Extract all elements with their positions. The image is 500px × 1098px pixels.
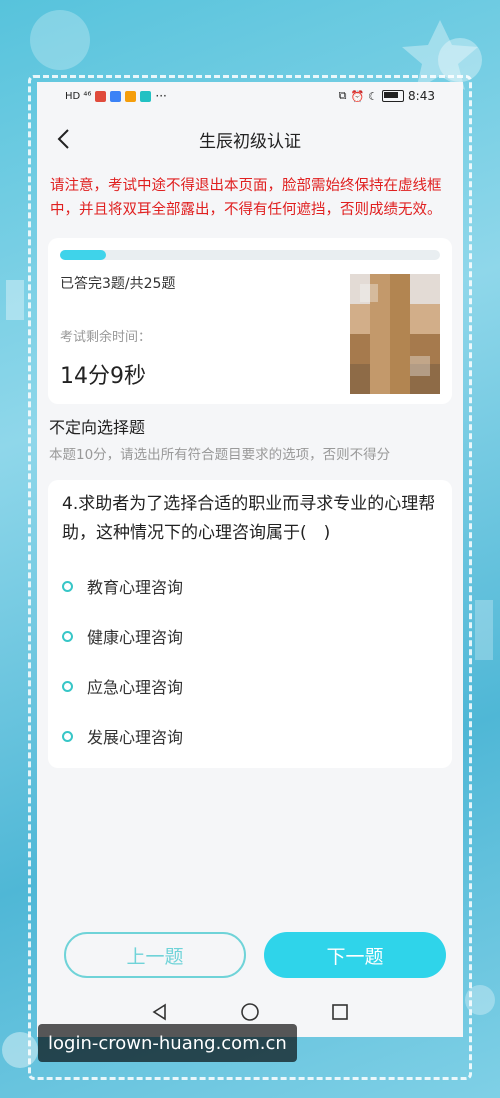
option-label: 健康心理咨询: [87, 628, 184, 647]
radio-icon: [62, 730, 73, 742]
progress-fill: [60, 250, 106, 260]
phone-screen: HD ⁴⁶ ··· ⧉ ⏰ ☾ 8:43 生辰初级认证 请注意，考试中途不得退出…: [37, 82, 463, 1037]
exam-warning: 请注意，考试中途不得退出本页面，脸部需始终保持在虚线框中，并且将双耳全部露出，不…: [50, 178, 442, 218]
app-icon: [125, 90, 137, 102]
option-c[interactable]: 应急心理咨询: [62, 674, 438, 698]
question-text: 4.求助者为了选择合适的职业而寻求专业的心理帮助，这种情况下的心理咨询属于( ): [62, 494, 436, 543]
question-type-description: 本题10分，请选出所有符合题目要求的选项，否则不得分: [49, 447, 391, 463]
camera-preview-blurred: [350, 274, 440, 394]
previous-question-button[interactable]: 上一题: [64, 932, 246, 978]
remaining-time-label: 考试剩余时间：: [60, 330, 152, 345]
signal-indicator: HD ⁴⁶: [65, 90, 92, 102]
radio-icon: [62, 580, 73, 592]
moon-icon: ☾: [368, 89, 379, 103]
more-notifications-icon: ···: [155, 89, 167, 103]
option-label: 应急心理咨询: [87, 678, 184, 697]
progress-card: 已答完3题/共25题 考试剩余时间： 14分9秒: [48, 238, 452, 404]
battery-icon: [382, 90, 405, 102]
option-a[interactable]: 教育心理咨询: [62, 574, 438, 598]
question-card: 4.求助者为了选择合适的职业而寻求专业的心理帮助，这种情况下的心理咨询属于( )…: [48, 480, 452, 768]
app-icon: [95, 90, 107, 102]
status-bar: HD ⁴⁶ ··· ⧉ ⏰ ☾ 8:43: [37, 82, 463, 110]
watermark-text: login-crown-huang.com.cn: [38, 1024, 297, 1062]
progress-track: [60, 250, 440, 260]
clock: 8:43: [408, 89, 435, 103]
answered-count: 已答完3题/共25题: [60, 276, 176, 292]
alarm-icon: ⏰: [350, 89, 365, 103]
next-question-button[interactable]: 下一题: [264, 932, 446, 978]
cast-icon: ⧉: [338, 89, 347, 102]
recents-square-icon[interactable]: [330, 1002, 350, 1022]
option-label: 发展心理咨询: [87, 728, 184, 747]
radio-icon: [62, 680, 73, 692]
status-left: HD ⁴⁶ ···: [65, 89, 167, 103]
option-d[interactable]: 发展心理咨询: [62, 724, 438, 748]
battery-level: [384, 92, 399, 98]
home-circle-icon[interactable]: [240, 1002, 260, 1022]
page-title: 生辰初级认证: [199, 131, 301, 152]
back-chevron-icon[interactable]: [51, 126, 77, 152]
question-type-title: 不定向选择题: [49, 418, 146, 437]
radio-icon: [62, 630, 73, 642]
app-icon: [140, 90, 152, 102]
navigation-buttons: 上一题 下一题: [37, 932, 463, 982]
title-bar: 生辰初级认证: [37, 110, 463, 168]
option-label: 教育心理咨询: [87, 578, 184, 597]
remaining-time-value: 14分9秒: [60, 364, 146, 389]
back-triangle-icon[interactable]: [150, 1002, 170, 1022]
option-b[interactable]: 健康心理咨询: [62, 624, 438, 648]
app-icon: [110, 90, 122, 102]
status-right: ⧉ ⏰ ☾ 8:43: [339, 89, 435, 103]
